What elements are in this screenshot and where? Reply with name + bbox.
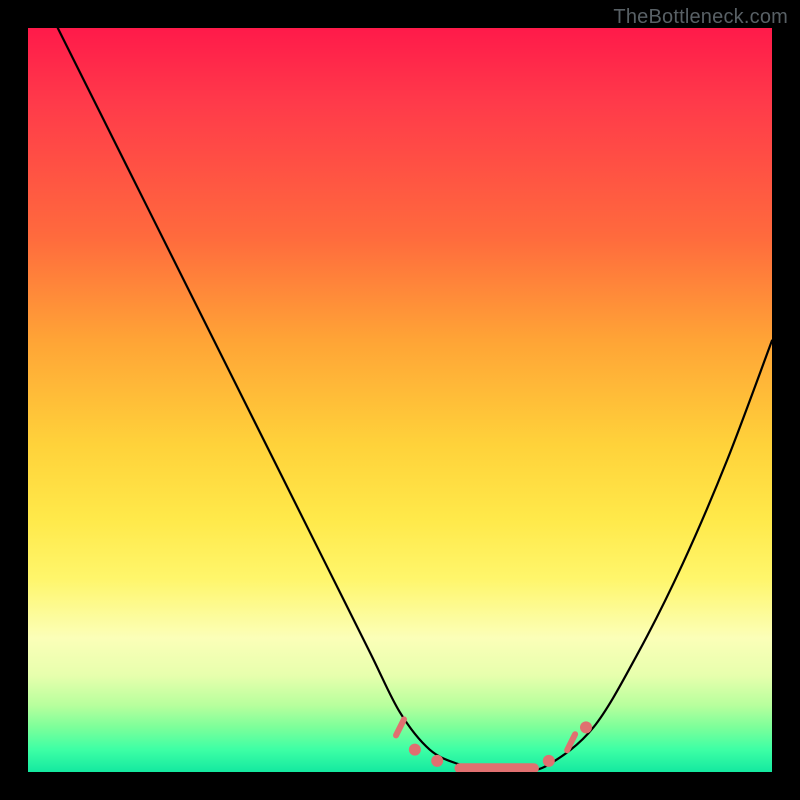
curve-marker-dot (409, 744, 421, 756)
plot-area (28, 28, 772, 772)
bottleneck-curve (58, 28, 772, 772)
chart-frame: TheBottleneck.com (0, 0, 800, 800)
curve-marker-dot (431, 755, 443, 767)
curve-markers (396, 719, 592, 768)
curve-marker-dot (543, 755, 555, 767)
curve-marker-dot (580, 721, 592, 733)
curve-layer (28, 28, 772, 772)
curve-marker-tick (396, 719, 404, 735)
watermark-text: TheBottleneck.com (613, 6, 788, 29)
